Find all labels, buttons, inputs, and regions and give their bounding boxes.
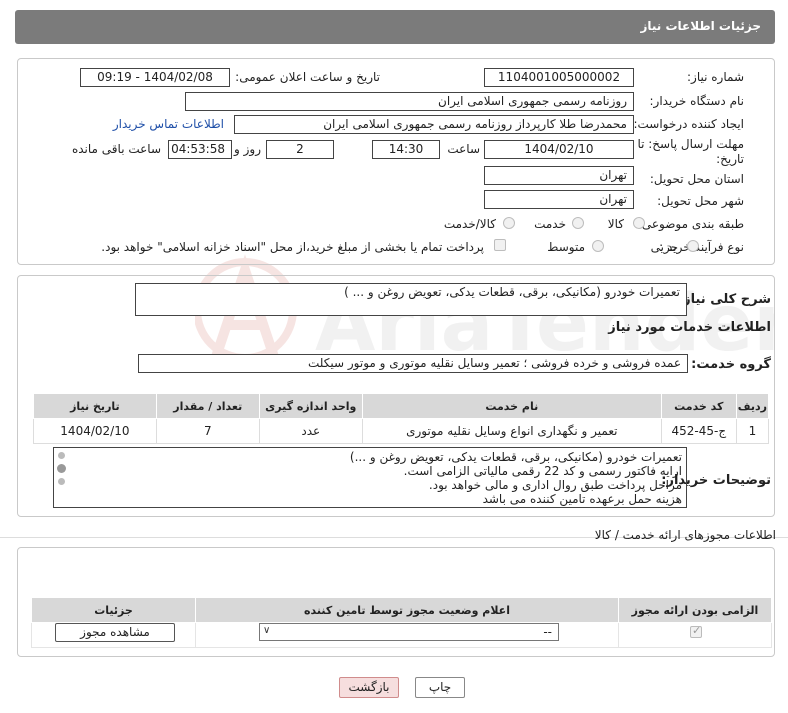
days-remaining-field: 2: [266, 140, 334, 159]
process-option-minor: جزیی: [650, 240, 678, 254]
category-radio-goods-service[interactable]: [503, 217, 515, 229]
col-row: ردیف: [735, 393, 770, 419]
buyer-org-field: روزنامه رسمی جمهوری اسلامی ایران: [185, 92, 634, 111]
col-quantity: تعداد / مقدار: [155, 393, 260, 419]
category-option-goods: کالا: [607, 217, 624, 231]
buyer-org-label: نام دستگاه خریدار:: [649, 94, 745, 108]
col-permit-status: اعلام وضعیت مجوز توسط تامین کننده: [195, 597, 619, 623]
buyer-notes-line: تعمیرات خودرو (مکانیکی، برقی، قطعات یدکی…: [349, 450, 682, 464]
city-label: شهر محل تحویل:: [657, 194, 744, 208]
col-service-code: کد خدمت: [660, 393, 737, 419]
announce-label: تاریخ و ساعت اعلان عمومی:: [235, 70, 380, 84]
deadline-time-label: ساعت: [447, 142, 480, 156]
service-group-field: عمده فروشی و خرده فروشی ؛ تعمیر وسایل نق…: [138, 354, 688, 373]
services-section-title: اطلاعات خدمات مورد نیاز: [608, 320, 771, 335]
row-unit: عدد: [258, 418, 363, 444]
summary-label: شرح کلی نیاز:: [677, 292, 771, 307]
need-number-field: 1104001005000002: [484, 68, 634, 87]
services-table-header: ردیف کد خدمت نام خدمت واحد اندازه گیری ت…: [33, 393, 770, 419]
col-permit-details: جزئیات: [31, 597, 196, 623]
permits-table-header: الزامی بودن ارائه مجوز اعلام وضعیت مجوز …: [31, 597, 772, 623]
scroll-dot-icon: [58, 452, 65, 459]
scroll-dot-icon: [58, 478, 65, 485]
deadline-time-field: 14:30: [372, 140, 440, 159]
services-table: ردیف کد خدمت نام خدمت واحد اندازه گیری ت…: [33, 393, 770, 444]
back-button[interactable]: بازگشت: [339, 677, 399, 698]
page-title: جزئیات اطلاعات نیاز: [640, 19, 761, 33]
category-radio-service[interactable]: [572, 217, 584, 229]
scroll-thumb-icon[interactable]: [57, 464, 66, 473]
category-radio-goods[interactable]: [633, 217, 645, 229]
buyer-notes-line: هزینه حمل برعهده تامین کننده می باشد: [482, 492, 682, 506]
print-button[interactable]: چاپ: [415, 677, 465, 698]
row-service-name: تعمیر و نگهداری انواع وسایل نقلیه موتوری: [361, 418, 662, 444]
buyer-notes-line: ارایه فاکتور رسمی و کد 22 رقمی مالیاتی ا…: [403, 464, 682, 478]
remaining-time-label: ساعت باقی مانده: [71, 142, 161, 156]
chevron-down-icon: ∨: [263, 625, 271, 636]
category-option-service: خدمت: [534, 217, 566, 231]
buyer-notes-scrollbar[interactable]: [55, 449, 69, 506]
buyer-notes-textarea: تعمیرات خودرو (مکانیکی، برقی، قطعات یدکی…: [53, 447, 687, 508]
province-label: استان محل تحویل:: [649, 172, 744, 186]
buyer-notes-line: مراحل پرداخت طبق روال اداری و مالی خواهد…: [428, 478, 682, 492]
view-permit-button[interactable]: مشاهده مجوز: [55, 623, 175, 642]
row-number: 1: [735, 418, 770, 444]
process-option-medium: متوسط: [547, 240, 585, 254]
need-info-panel: [17, 58, 775, 265]
buyer-contact-link[interactable]: اطلاعات تماس خریدار: [113, 117, 224, 131]
col-service-name: نام خدمت: [361, 393, 662, 419]
summary-textarea: تعمیرات خودرو (مکانیکی، برقی، قطعات یدکی…: [135, 283, 687, 316]
creator-label: ایجاد کننده درخواست:: [633, 117, 744, 131]
category-option-goods-service: کالا/خدمت: [443, 217, 496, 231]
permit-status-value: --: [543, 625, 552, 639]
process-radio-minor[interactable]: [687, 240, 699, 252]
col-permit-required: الزامی بودن ارائه مجوز: [618, 597, 772, 623]
col-unit: واحد اندازه گیری: [258, 393, 363, 419]
announce-field: 1404/02/08 - 09:19: [80, 68, 230, 87]
remaining-time-field: 04:53:58: [168, 140, 232, 159]
row-service-code: ج-45-452: [660, 418, 737, 444]
treasury-payment-checkbox[interactable]: [494, 239, 506, 251]
deadline-label-date: تاریخ:: [716, 152, 744, 166]
city-field: تهران: [484, 190, 634, 209]
process-radio-medium[interactable]: [592, 240, 604, 252]
check-icon: ✓: [692, 624, 702, 637]
row-need-date: 1404/02/10: [33, 418, 157, 444]
col-need-date: تاریخ نیاز: [33, 393, 157, 419]
permit-status-select[interactable]: ∨ --: [259, 623, 559, 641]
province-field: تهران: [484, 166, 634, 185]
permits-section-title: اطلاعات مجوزهای ارائه خدمت / کالا: [594, 528, 776, 542]
page-header: جزئیات اطلاعات نیاز: [15, 10, 775, 44]
deadline-date-field: 1404/02/10: [484, 140, 634, 159]
row-quantity: 7: [155, 418, 260, 444]
category-label: طبقه بندی موضوعی:: [637, 217, 744, 231]
table-row: 1 ج-45-452 تعمیر و نگهداری انواع وسایل ن…: [33, 418, 770, 444]
creator-field: محمدرضا طلا کارپرداز روزنامه رسمی جمهوری…: [234, 115, 634, 134]
service-group-label: گروه خدمت:: [691, 357, 771, 372]
treasury-payment-note: پرداخت تمام یا بخشی از مبلغ خرید،از محل …: [101, 240, 484, 254]
need-number-label: شماره نیاز:: [687, 70, 744, 84]
deadline-label: مهلت ارسال پاسخ: تا: [637, 137, 744, 151]
days-label: روز و: [234, 142, 261, 156]
